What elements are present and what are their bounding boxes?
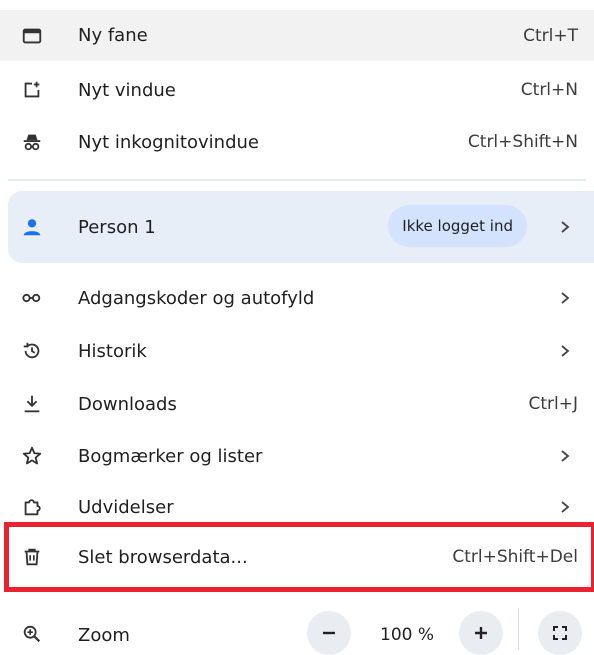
fullscreen-button[interactable] (538, 611, 582, 655)
menu-item-new-window[interactable]: Nyt vindue Ctrl+N (0, 64, 594, 116)
history-icon (20, 339, 44, 363)
chevron-right-icon (558, 220, 572, 234)
chevron-right-icon (558, 500, 572, 514)
key-icon (20, 286, 44, 310)
extensions-icon (20, 495, 44, 519)
fullscreen-icon (553, 626, 567, 640)
new-window-icon (20, 78, 44, 102)
zoom-label: Zoom (78, 625, 130, 646)
menu-item-label: Ny fane (78, 25, 148, 46)
menu-item-downloads[interactable]: Downloads Ctrl+J (0, 378, 594, 430)
chevron-right-icon (558, 291, 572, 305)
zoom-in-button[interactable] (459, 611, 503, 655)
menu-item-history[interactable]: Historik (0, 325, 594, 377)
menu-item-label: Nyt inkognitovindue (78, 131, 259, 153)
menu-item-bookmarks[interactable]: Bogmærker og lister (0, 430, 594, 482)
shortcut-label: Ctrl+J (528, 394, 578, 414)
zoom-divider (518, 608, 519, 650)
menu-item-label: Historik (78, 340, 147, 362)
zoom-row: Zoom (0, 608, 594, 655)
star-icon (20, 444, 44, 468)
highlight-box (4, 522, 594, 592)
incognito-icon (20, 130, 44, 154)
profile-name: Person 1 (78, 217, 156, 238)
shortcut-label: Ctrl+Shift+N (467, 132, 578, 152)
zoom-out-button[interactable] (307, 611, 351, 655)
shortcut-label: Ctrl+T (523, 25, 578, 46)
menu-item-label: Downloads (78, 393, 177, 415)
zoom-icon (20, 622, 44, 646)
profile-row[interactable]: Person 1 Ikke logget ind (8, 191, 594, 263)
menu-item-label: Adgangskoder og autofyld (78, 287, 315, 309)
menu-item-new-tab[interactable]: Ny fane Ctrl+T (0, 10, 594, 61)
download-icon (20, 392, 44, 416)
menu-item-incognito[interactable]: Nyt inkognitovindue Ctrl+Shift+N (0, 116, 594, 168)
menu-divider (8, 179, 586, 181)
menu-item-passwords[interactable]: Adgangskoder og autofyld (0, 272, 594, 324)
menu-item-label: Udvidelser (78, 496, 174, 518)
chevron-right-icon (558, 344, 572, 358)
menu-item-label: Nyt vindue (78, 79, 176, 101)
person-icon (20, 215, 44, 239)
shortcut-label: Ctrl+N (520, 80, 578, 100)
chevron-right-icon (558, 449, 572, 463)
zoom-value: 100 % (380, 625, 435, 645)
new-tab-icon (20, 24, 44, 48)
sign-in-status-badge[interactable]: Ikke logget ind (388, 205, 527, 247)
menu-item-label: Bogmærker og lister (78, 445, 263, 467)
